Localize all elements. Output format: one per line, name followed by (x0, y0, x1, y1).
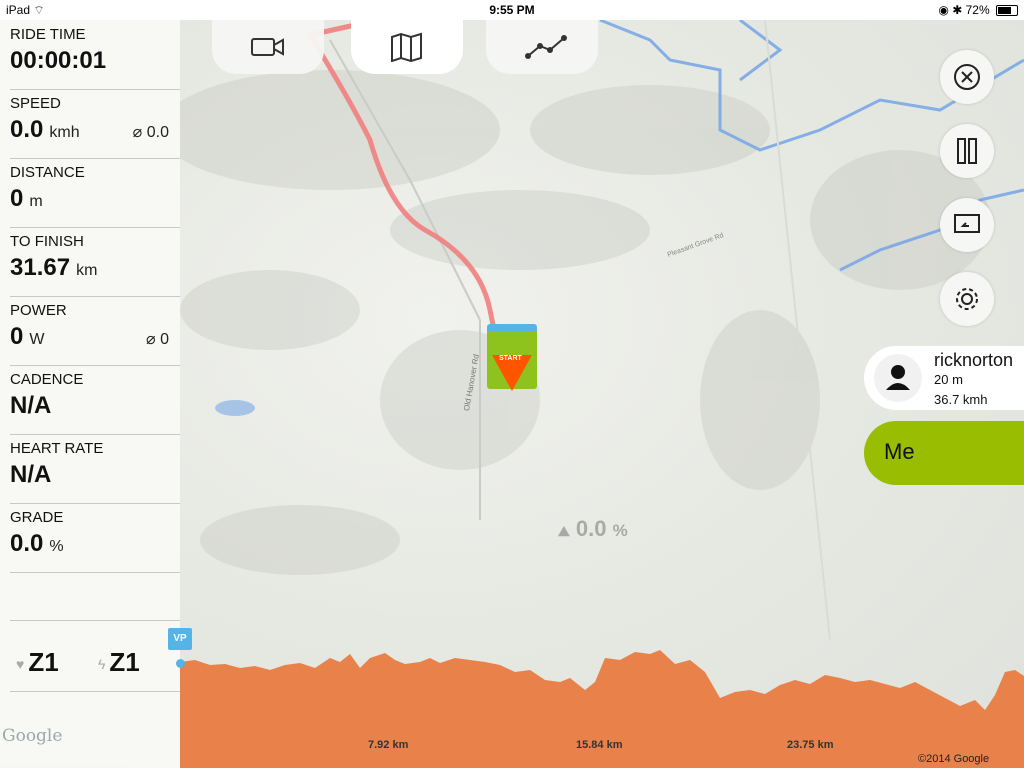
metric-power: POWER 0W ⌀ 0 (10, 296, 180, 366)
metric-to-finish: TO FINISH 31.67 km (10, 227, 180, 297)
rider-card[interactable]: ricknorton 20 m 36.7 kmh (864, 346, 1024, 410)
metric-cadence: CADENCE N/A (10, 365, 180, 435)
metric-unit: kmh (49, 124, 80, 141)
metric-value: 0.0 (10, 530, 44, 557)
start-marker[interactable]: START (487, 324, 537, 391)
metric-grade: GRADE 0.0% (10, 503, 180, 573)
metric-average: ⌀ 0.0 (132, 124, 169, 141)
metric-heart-rate: HEART RATE N/A (10, 434, 180, 504)
pause-button[interactable] (940, 124, 994, 178)
bluetooth-icon: ✱ (952, 3, 963, 17)
metric-speed: SPEED 0.0 kmh ⌀ 0.0 (10, 89, 180, 159)
vp-position-dot (176, 659, 185, 668)
zones-row: ♥ Z1 ϟ Z1 (10, 620, 180, 692)
metric-label: DISTANCE (10, 164, 85, 181)
metric-value: N/A (10, 392, 52, 419)
metric-label: HEART RATE (10, 440, 104, 457)
me-label: Me (884, 439, 915, 464)
rider-name: ricknorton (934, 350, 1014, 370)
settings-button[interactable] (940, 272, 994, 326)
rider-speed: 36.7 kmh (934, 392, 988, 407)
avatar (874, 354, 922, 402)
battery-percent: 72% (965, 3, 990, 17)
map-icon (391, 32, 422, 62)
metric-unit: W (29, 331, 45, 348)
airplay-icon (954, 214, 980, 233)
close-button[interactable] (940, 50, 994, 104)
metric-label: SPEED (10, 95, 61, 112)
metric-label: CADENCE (10, 371, 84, 388)
metric-unit: % (49, 538, 64, 555)
vp-marker: VP (168, 628, 192, 650)
grade-unit: % (612, 521, 628, 540)
km-label: 23.75 km (787, 739, 834, 751)
mountain-icon: ⛰ (558, 523, 570, 539)
lock-rotation-icon: ◉ (938, 3, 949, 17)
metric-ride-time: RIDE TIME 00:00:01 (10, 20, 180, 90)
grade-value: 0.0 (575, 516, 607, 541)
view-tabs (212, 20, 602, 74)
metric-value: 0.0 (10, 116, 44, 143)
metric-unit: m (29, 193, 43, 210)
map-copyright: ©2014 Google (918, 753, 990, 765)
gear-icon (956, 288, 978, 310)
google-logo: Google (2, 726, 63, 746)
tab-map[interactable] (351, 20, 463, 74)
person-icon (886, 365, 910, 390)
metric-value: 0 (10, 323, 24, 350)
rider-distance: 20 m (934, 372, 963, 387)
status-time: 9:55 PM (489, 3, 535, 17)
metric-value: 0 (10, 185, 24, 212)
close-icon (954, 64, 980, 90)
start-label: START (499, 355, 522, 362)
current-grade-overlay: ⛰ 0.0 % (558, 516, 628, 542)
airplay-button[interactable] (940, 198, 994, 252)
status-bar: iPad ⌔ 9:55 PM ◉ ✱ 72% (0, 0, 1024, 20)
lightning-icon: ϟ (98, 656, 106, 673)
heart-zone: ♥ Z1 (16, 647, 59, 677)
km-label: 7.92 km (368, 739, 409, 751)
heart-icon: ♥ (16, 656, 25, 673)
power-zone: ϟ Z1 (98, 647, 140, 677)
metric-label: GRADE (10, 509, 64, 526)
metric-value: 31.67 (10, 254, 71, 281)
tab-chart[interactable] (486, 20, 598, 74)
tab-video[interactable] (212, 20, 324, 74)
line-chart-icon (525, 35, 567, 59)
video-camera-icon (251, 38, 284, 56)
metric-average: ⌀ 0 (146, 331, 169, 348)
me-card[interactable]: Me (864, 421, 1024, 485)
battery-icon (996, 5, 1018, 17)
metric-value: 00:00:01 (10, 47, 107, 74)
metric-label: RIDE TIME (10, 26, 86, 43)
metric-distance: DISTANCE 0m (10, 158, 180, 228)
metric-label: POWER (10, 302, 67, 319)
metric-label: TO FINISH (10, 233, 84, 250)
metric-value: N/A (10, 461, 52, 488)
battery-status: ◉ ✱ 72% (938, 3, 1018, 17)
km-label: 15.84 km (576, 739, 623, 751)
metric-unit: km (76, 262, 98, 279)
pause-icon (957, 138, 977, 164)
